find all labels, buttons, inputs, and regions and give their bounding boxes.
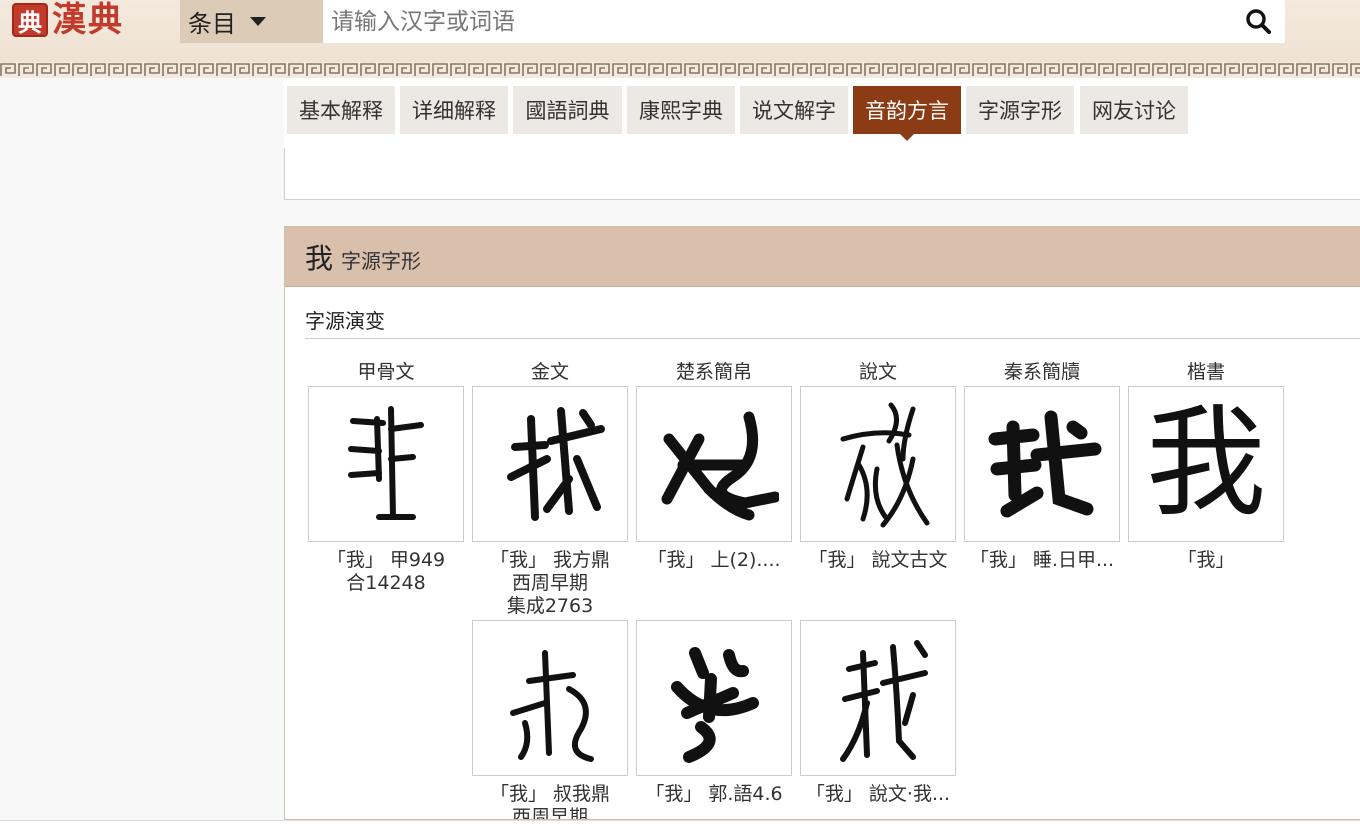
tab-glyph-origin[interactable]: 字源字形 <box>966 86 1074 134</box>
category-dropdown[interactable]: 条目 <box>180 0 323 43</box>
shuowen2-glyph-image <box>840 640 928 762</box>
col-shuowen: 說文 <box>858 361 897 383</box>
caption-line: 「我」 郭.語4.6 <box>645 783 783 805</box>
caption-line: 集成2763 <box>506 595 594 617</box>
caption-bronze[interactable]: 「我」 我方鼎 西周早期 集成2763 <box>472 549 628 618</box>
col-bronze: 金文 <box>530 361 569 383</box>
caption-line: 「我」 說文·我... <box>805 783 951 805</box>
caption-qin[interactable]: 「我」 睡.日甲... <box>964 549 1120 572</box>
tab-bar: 基本解释 详细解释 國語詞典 康熙字典 说文解字 音韵方言 字源字形 网友讨论 <box>284 78 1360 148</box>
caret-down-icon <box>250 17 266 26</box>
search-button[interactable] <box>1238 3 1278 39</box>
tab-shuowen[interactable]: 说文解字 <box>740 86 848 134</box>
col-oracle: 甲骨文 <box>357 361 415 383</box>
divider <box>305 338 1360 339</box>
glyph-origin-panel: 我 字源字形 字源演变 甲骨文 金文 楚系簡帛 說文 秦系簡牘 楷書 我 「我」… <box>284 226 1360 820</box>
col-kaishu: 楷書 <box>1186 361 1225 383</box>
search-input[interactable] <box>323 0 1285 43</box>
decorative-border <box>0 62 1360 78</box>
bronze-glyph-image <box>507 407 605 521</box>
page-footer-strip <box>0 820 1360 832</box>
glyph-bronze[interactable] <box>472 386 628 542</box>
site-header: 典 漢典 条目 <box>0 0 1360 62</box>
site-logo[interactable]: 典 漢典 <box>12 0 124 40</box>
tab-detail[interactable]: 详细解释 <box>400 86 508 134</box>
tab-guoyu[interactable]: 國語詞典 <box>513 86 622 134</box>
tab-discussion[interactable]: 网友讨论 <box>1080 86 1188 134</box>
logo-seal: 典 <box>12 3 48 37</box>
panel-title: 字源字形 <box>341 249 422 273</box>
caption-chu[interactable]: 「我」 上(2).... <box>636 549 792 572</box>
glyph-bronze-2[interactable] <box>472 620 628 776</box>
oracle-glyph-image <box>348 406 424 520</box>
caption-line: 「我」 上(2).... <box>647 549 781 571</box>
caption-line: 西周早期 <box>511 806 588 820</box>
previous-panel <box>284 148 1360 200</box>
glyph-qin[interactable] <box>964 386 1120 542</box>
tab-kangxi[interactable]: 康熙字典 <box>627 86 735 134</box>
caption-line: 「我」 睡.日甲... <box>969 549 1115 571</box>
col-chu: 楚系簡帛 <box>675 361 752 383</box>
caption-line: 「我」 <box>1177 549 1235 571</box>
glyph-oracle[interactable] <box>308 386 464 542</box>
chu-glyph-image <box>661 411 779 521</box>
chu2-glyph-image <box>671 647 759 763</box>
caption-line: 「我」 甲949 <box>326 549 446 571</box>
caption-line: 「我」 說文古文 <box>808 549 948 571</box>
logo-text: 漢典 <box>52 0 124 40</box>
panel-header: 我 字源字形 <box>285 227 1360 287</box>
caption-line: 「我」 叔我鼎 <box>489 783 611 805</box>
caption-line: 合14248 <box>346 572 426 594</box>
section-title: 字源演变 <box>305 309 385 333</box>
caption-bronze-2[interactable]: 「我」 叔我鼎 西周早期 <box>472 783 628 820</box>
caption-chu-2[interactable]: 「我」 郭.語4.6 <box>636 783 792 806</box>
caption-shuowen-2[interactable]: 「我」 說文·我... <box>800 783 956 806</box>
qin-glyph-image <box>988 410 1102 518</box>
col-qin: 秦系簡牘 <box>1003 361 1080 383</box>
bronze2-glyph-image <box>510 650 594 762</box>
glyph-kaishu[interactable]: 我 <box>1128 386 1284 542</box>
glyph-shuowen[interactable] <box>800 386 956 542</box>
glyph-chu[interactable] <box>636 386 792 542</box>
panel-char: 我 <box>305 241 334 275</box>
tab-phonology[interactable]: 音韵方言 <box>853 86 961 141</box>
glyph-shuowen-2[interactable] <box>800 620 956 776</box>
search-icon <box>1246 9 1271 34</box>
shuowen-glyph-image <box>840 402 930 528</box>
glyph-chu-2[interactable] <box>636 620 792 776</box>
caption-oracle[interactable]: 「我」 甲949 合14248 <box>308 549 464 595</box>
caption-line: 西周早期 <box>511 572 588 594</box>
kaishu-glyph: 我 <box>1146 394 1266 533</box>
caption-shuowen[interactable]: 「我」 說文古文 <box>800 549 956 572</box>
tab-basic[interactable]: 基本解释 <box>287 86 395 134</box>
category-label: 条目 <box>188 10 236 38</box>
caption-kaishu[interactable]: 「我」 <box>1128 549 1284 572</box>
caption-line: 「我」 我方鼎 <box>489 549 611 571</box>
